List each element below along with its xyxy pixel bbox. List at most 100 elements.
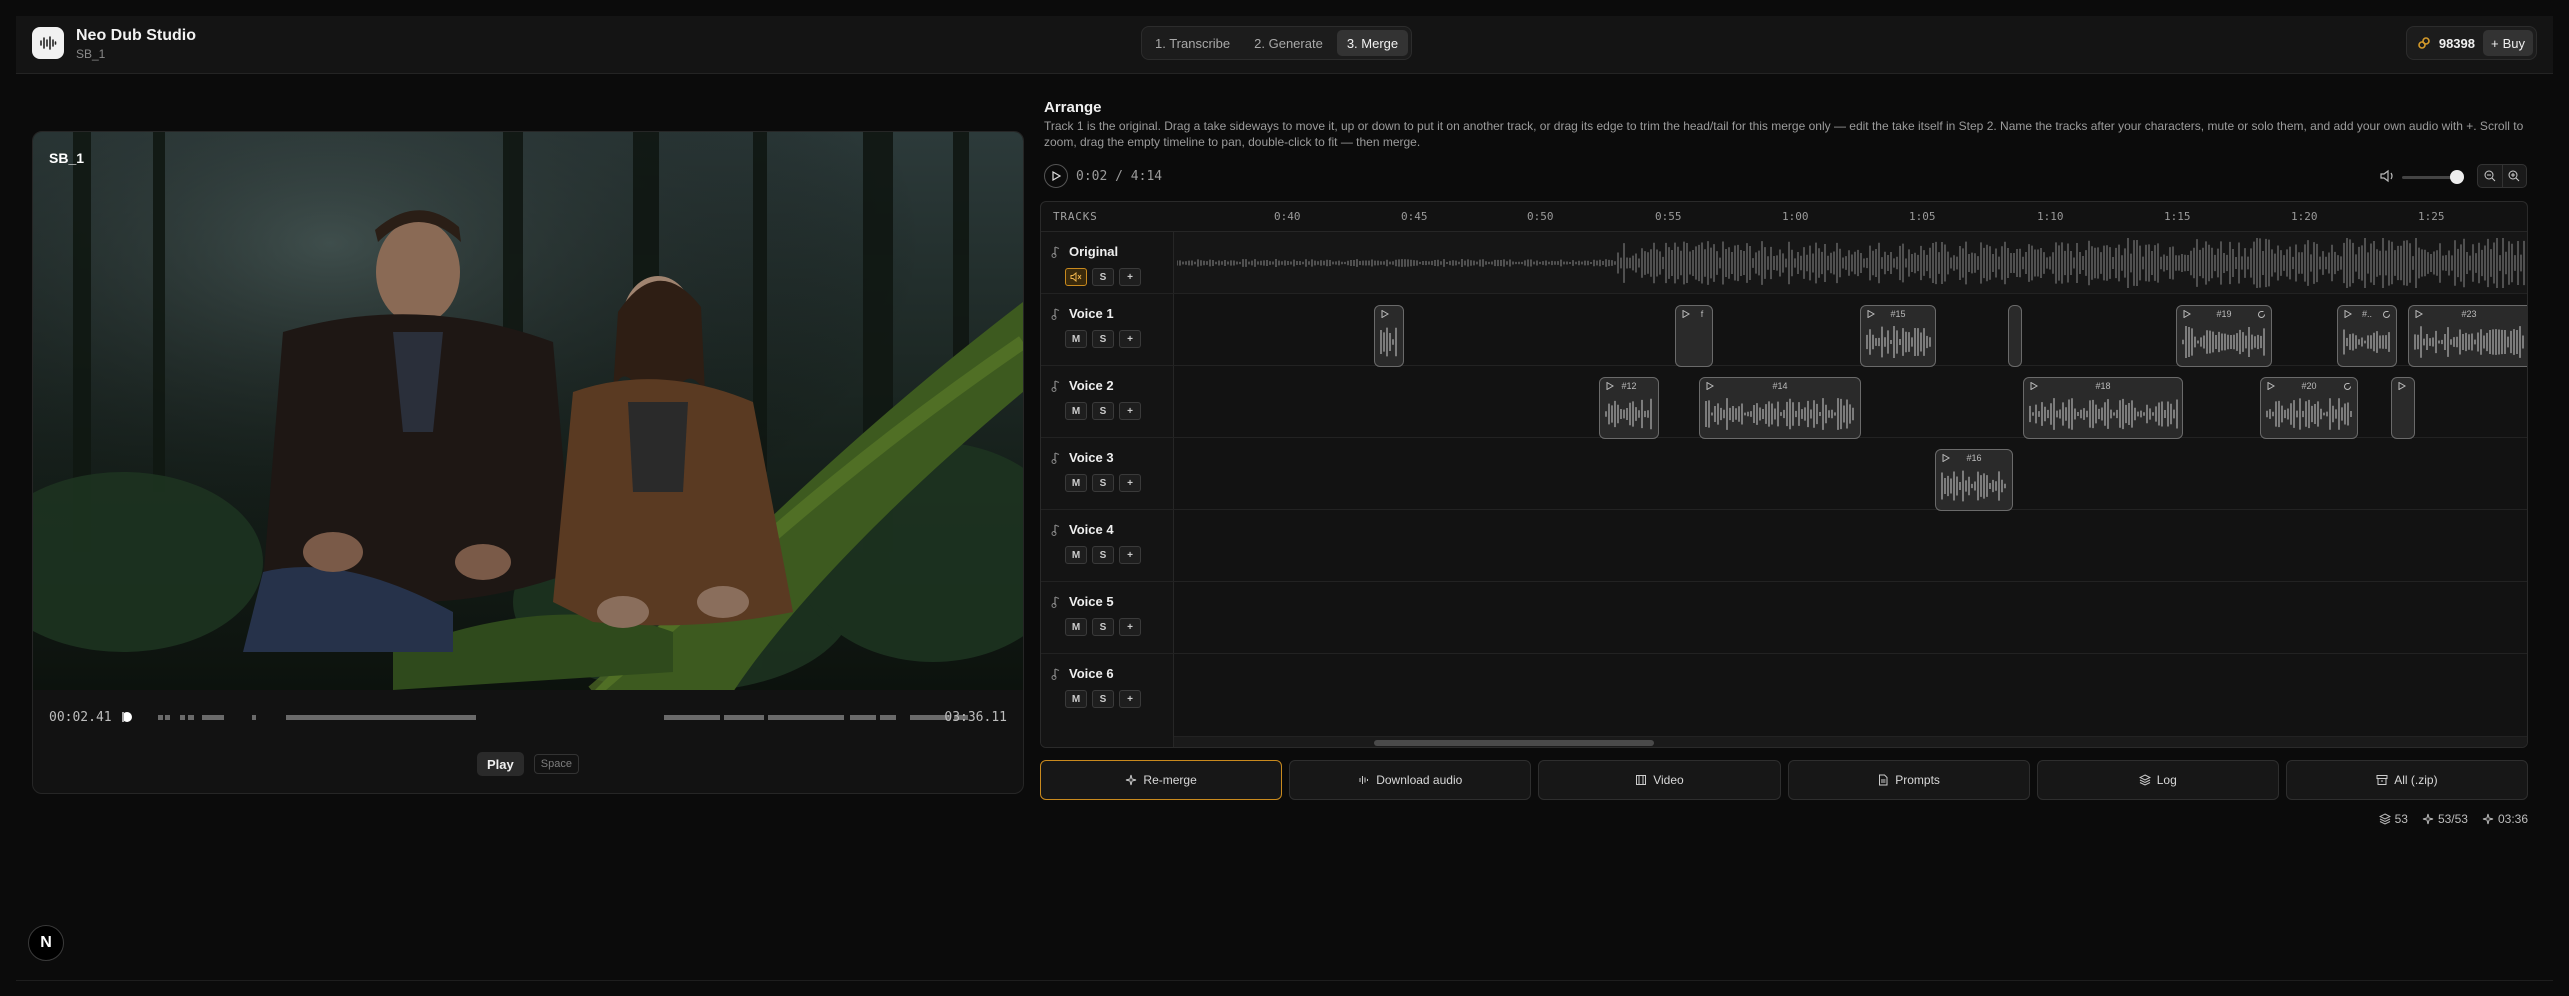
take-label: #23 [2461, 309, 2477, 319]
tab-transcribe[interactable]: 1. Transcribe [1145, 30, 1240, 56]
regenerate-icon[interactable] [2343, 382, 2352, 391]
take-clip[interactable] [2391, 377, 2415, 439]
timeline-scrollbar[interactable] [1174, 737, 2527, 747]
transport-bar: 00:02.41 03:36.11 [49, 706, 1007, 728]
track-name[interactable]: Voice 1 [1069, 306, 1114, 321]
lane-voice-6[interactable] [1174, 654, 2527, 737]
take-clip[interactable]: #18 [2023, 377, 2183, 439]
solo-button[interactable]: S [1092, 474, 1114, 492]
add-audio-button[interactable]: + [1119, 330, 1141, 348]
take-clip[interactable]: #16 [1935, 449, 2013, 511]
layer-count: 53 [2378, 812, 2408, 826]
timeline-ruler[interactable]: TRACKS 0:40 0:45 0:50 0:55 1:00 1:05 1:1… [1041, 202, 2527, 232]
add-audio-button[interactable]: + [1119, 618, 1141, 636]
download-all-zip-button[interactable]: All (.zip) [2285, 760, 2529, 800]
layers-icon [2138, 774, 2151, 786]
take-label: #18 [2095, 381, 2111, 391]
log-button[interactable]: Log [2036, 760, 2279, 800]
zoom-in-button[interactable] [2501, 165, 2527, 187]
log-label: Log [2156, 773, 2177, 787]
arrange-title: Arrange [1044, 99, 1102, 116]
mute-button[interactable]: M [1065, 330, 1087, 348]
track-name[interactable]: Voice 3 [1069, 450, 1114, 465]
scrollbar-thumb[interactable] [1374, 740, 1654, 746]
film-icon [1636, 775, 1647, 785]
take-clip[interactable]: #15 [1860, 305, 1936, 367]
zoom-out-button[interactable] [2478, 165, 2502, 187]
take-clip[interactable]: #.. [2337, 305, 2397, 367]
ruler-tick: 0:50 [1527, 210, 1554, 223]
take-clip[interactable]: #23 [2408, 305, 2527, 367]
track-name[interactable]: Voice 6 [1069, 666, 1114, 681]
bottom-divider [16, 980, 2553, 981]
mute-button[interactable]: M [1065, 546, 1087, 564]
mute-button[interactable]: M [1065, 402, 1087, 420]
sparkle-icon [2482, 813, 2494, 825]
arrange-time-readout: 0:02 / 4:14 [1076, 169, 1163, 184]
solo-button[interactable]: S [1092, 402, 1114, 420]
take-label: #12 [1621, 381, 1637, 391]
take-clip[interactable]: #20 [2260, 377, 2358, 439]
add-audio-button[interactable]: + [1119, 474, 1141, 492]
take-clip[interactable] [2008, 305, 2022, 367]
add-audio-button[interactable]: + [1119, 690, 1141, 708]
play-button[interactable]: Play [477, 752, 524, 776]
take-clip[interactable]: #19 [2176, 305, 2272, 367]
track-name[interactable]: Original [1069, 244, 1118, 259]
take-clip[interactable]: #12 [1599, 377, 1659, 439]
add-audio-button[interactable]: + [1119, 402, 1141, 420]
prompts-button[interactable]: Prompts [1787, 760, 2030, 800]
buy-button[interactable]: + Buy [2483, 30, 2533, 56]
total-time: 03:36.11 [944, 709, 1007, 725]
solo-button[interactable]: S [1092, 330, 1114, 348]
video-button[interactable]: Video [1538, 760, 1781, 800]
track-name[interactable]: Voice 5 [1069, 594, 1114, 609]
ruler-tick: 0:40 [1274, 210, 1301, 223]
volume-slider-handle[interactable] [2450, 170, 2464, 184]
take-waveform [2182, 326, 2265, 358]
regenerate-icon[interactable] [2257, 310, 2266, 319]
lane-voice-4[interactable] [1174, 510, 2527, 582]
take-clip[interactable]: #14 [1699, 377, 1861, 439]
take-waveform [2266, 398, 2352, 430]
take-label: #14 [1772, 381, 1788, 391]
add-audio-button[interactable]: + [1119, 546, 1141, 564]
arrange-play-button[interactable] [1044, 164, 1068, 188]
solo-button[interactable]: S [1092, 618, 1114, 636]
video-preview[interactable]: SB_1 [33, 132, 1023, 690]
archive-icon [2376, 775, 2388, 785]
music-note-icon [1051, 596, 1060, 608]
track-name[interactable]: Voice 2 [1069, 378, 1114, 393]
zoom-out-icon [2484, 170, 2496, 182]
take-clip[interactable] [1374, 305, 1404, 367]
tab-generate[interactable]: 2. Generate [1244, 30, 1333, 56]
mute-button[interactable]: M [1065, 690, 1087, 708]
take-waveform [1941, 470, 2006, 502]
re-merge-button[interactable]: Re-merge [1040, 760, 1283, 800]
regenerate-icon[interactable] [2382, 310, 2391, 319]
credits-box: 98398 + Buy [2405, 26, 2537, 60]
step-tabs: 1. Transcribe 2. Generate 3. Merge [1141, 26, 1413, 60]
track-voice-6: Voice 6 M S + [1041, 654, 1174, 726]
volume-icon[interactable] [2380, 169, 2396, 183]
mute-button[interactable] [1065, 268, 1087, 286]
ruler-tick: 1:05 [1909, 210, 1936, 223]
lane-voice-3[interactable] [1174, 438, 2527, 510]
download-audio-button[interactable]: Download audio [1289, 760, 1532, 800]
take-clip[interactable]: f [1675, 305, 1713, 367]
timeline[interactable]: TRACKS 0:40 0:45 0:50 0:55 1:00 1:05 1:1… [1040, 201, 2528, 748]
dev-badge[interactable]: N [28, 925, 64, 961]
track-name[interactable]: Voice 4 [1069, 522, 1114, 537]
add-audio-button[interactable]: + [1119, 268, 1141, 286]
tab-merge[interactable]: 3. Merge [1336, 30, 1409, 56]
sparkle-icon [2422, 813, 2434, 825]
mute-button[interactable]: M [1065, 474, 1087, 492]
mute-button[interactable]: M [1065, 618, 1087, 636]
track-voice-3: Voice 3 M S + [1041, 438, 1174, 510]
solo-button[interactable]: S [1092, 268, 1114, 286]
take-waveform [2414, 326, 2524, 358]
lane-voice-5[interactable] [1174, 582, 2527, 654]
scrub-track[interactable] [120, 710, 970, 724]
solo-button[interactable]: S [1092, 690, 1114, 708]
solo-button[interactable]: S [1092, 546, 1114, 564]
